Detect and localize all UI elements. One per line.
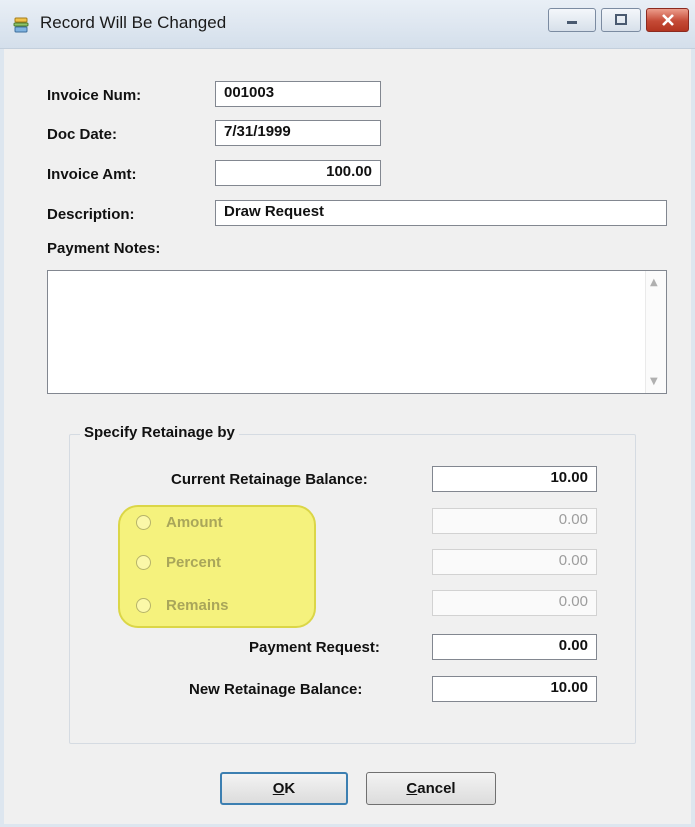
radio-remains-label: Remains xyxy=(166,596,229,614)
description-field[interactable]: Draw Request xyxy=(215,200,667,226)
radio-percent[interactable]: Percent xyxy=(136,552,221,572)
radio-circle[interactable] xyxy=(136,514,151,530)
payment-notes-textarea[interactable]: ▲ ▼ xyxy=(47,270,667,394)
radio-circle[interactable] xyxy=(136,554,151,570)
scroll-up-icon[interactable]: ▲ xyxy=(650,277,658,288)
ok-label: K xyxy=(284,780,296,797)
scroll-down-icon[interactable]: ▼ xyxy=(650,376,658,387)
close-button[interactable] xyxy=(646,8,689,32)
percent-field: 0.00 xyxy=(432,549,597,575)
title-bar[interactable]: Record Will Be Changed xyxy=(0,0,695,49)
window-title: Record Will Be Changed xyxy=(40,13,227,32)
radio-remains[interactable]: Remains xyxy=(136,595,229,615)
maximize-button[interactable] xyxy=(601,8,641,32)
maximize-icon xyxy=(615,14,627,25)
new-retainage-balance-label: New Retainage Balance: xyxy=(189,681,363,698)
app-icon xyxy=(13,17,29,33)
minimize-icon xyxy=(567,21,577,24)
description-label: Description: xyxy=(47,206,135,223)
cancel-label: ancel xyxy=(417,780,456,797)
doc-date-field[interactable]: 7/31/1999 xyxy=(215,120,381,146)
new-retainage-balance-field[interactable]: 10.00 xyxy=(432,676,597,702)
retainage-group-title: Specify Retainage by xyxy=(80,424,239,441)
invoice-num-label: Invoice Num: xyxy=(47,87,142,104)
current-retainage-balance-field[interactable]: 10.00 xyxy=(432,466,597,492)
amount-field: 0.00 xyxy=(432,508,597,534)
ok-mnemonic: O xyxy=(272,780,285,797)
radio-amount-label: Amount xyxy=(166,513,223,531)
cancel-button[interactable]: Cancel xyxy=(366,772,496,805)
payment-request-field[interactable]: 0.00 xyxy=(432,634,597,660)
radio-amount[interactable]: Amount xyxy=(136,512,223,532)
radio-percent-label: Percent xyxy=(166,553,222,571)
current-retainage-balance-label: Current Retainage Balance: xyxy=(171,471,368,488)
invoice-amt-label: Invoice Amt: xyxy=(47,166,137,183)
payment-notes-scrollbar[interactable]: ▲ ▼ xyxy=(645,271,666,393)
close-icon xyxy=(661,14,674,26)
doc-date-label: Doc Date: xyxy=(47,126,118,143)
invoice-amt-field[interactable]: 100.00 xyxy=(215,160,381,186)
payment-request-label: Payment Request: xyxy=(249,639,380,656)
radio-circle[interactable] xyxy=(136,597,151,613)
ok-button[interactable]: OK xyxy=(220,772,348,805)
minimize-button[interactable] xyxy=(548,8,596,32)
invoice-num-field[interactable]: 001003 xyxy=(215,81,381,107)
remains-field: 0.00 xyxy=(432,590,597,616)
cancel-mnemonic: C xyxy=(406,780,418,797)
payment-notes-label: Payment Notes: xyxy=(47,240,161,257)
